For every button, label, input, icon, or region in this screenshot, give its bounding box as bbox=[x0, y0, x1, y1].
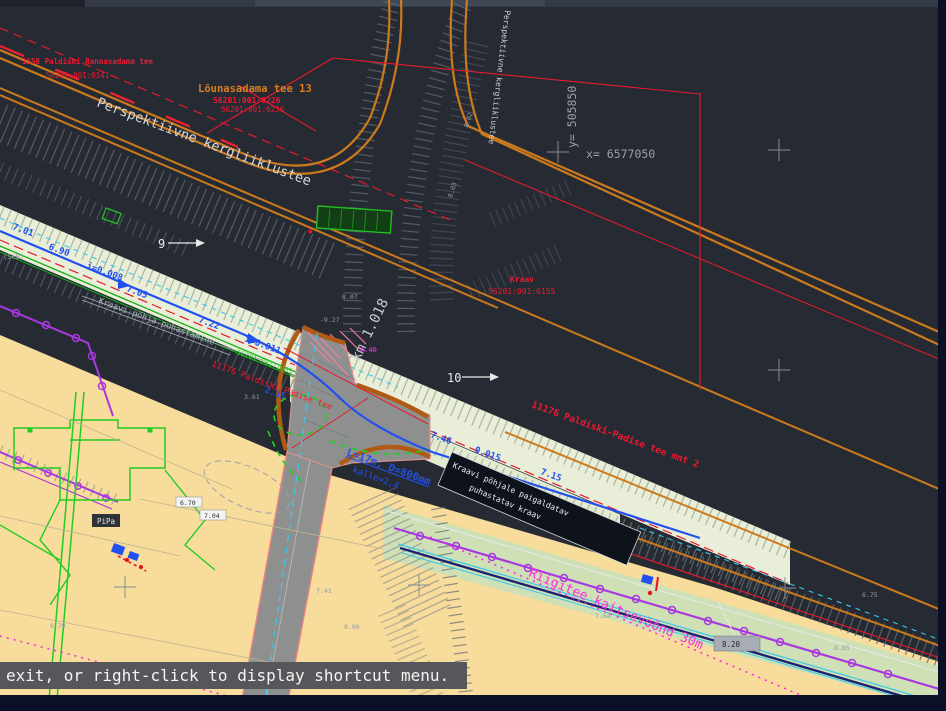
label-kraav-cadastral: 56201:001:0155 bbox=[488, 287, 556, 296]
command-bar[interactable]: exit, or right-click to display shortcut… bbox=[0, 662, 467, 689]
label-ref-9: 9 bbox=[158, 237, 165, 251]
label-kraav: Kraav bbox=[510, 275, 534, 284]
label-440: 4.40 bbox=[360, 346, 377, 354]
elevation: 6.75 bbox=[862, 591, 878, 599]
label-lounasadama-cad1: 56201:001:0226 bbox=[213, 96, 281, 105]
elevation: 9.06 bbox=[344, 623, 360, 631]
elevation: 6.79 bbox=[50, 622, 66, 630]
drawing-viewport[interactable]: Kraavi põhjale paigaldatav puhastatav kr… bbox=[0, 0, 946, 711]
elevation: 3.61 bbox=[244, 393, 260, 401]
elevation: -9.27 bbox=[320, 316, 340, 324]
label-lounasadama-cad2: 56201:001:0236 bbox=[221, 105, 285, 114]
label-ref-10: 10 bbox=[447, 371, 461, 385]
label-grid-y: y= 505850 bbox=[565, 86, 579, 148]
elevation: 8.85 bbox=[834, 644, 850, 652]
elevation: 7.64 bbox=[595, 612, 611, 620]
label-road-nw-name: 1150 Paldiski Rannasadama tee bbox=[22, 57, 153, 66]
command-prompt-text[interactable]: exit, or right-click to display shortcut… bbox=[6, 666, 449, 685]
label-grid-x: x= 6577050 bbox=[586, 147, 655, 161]
elevation-boxed: 6.70 bbox=[180, 499, 196, 507]
label-road-nw-cadastral: 56201:001:0141 bbox=[46, 71, 109, 80]
label-pipa: PiPa bbox=[97, 517, 115, 526]
elevation-boxed: 7.04 bbox=[204, 512, 220, 520]
elevation-boxed: 8.20 bbox=[722, 640, 741, 649]
label-lounasadama: Lõunasadama tee 13 bbox=[198, 83, 312, 95]
elevation: 8.07 bbox=[342, 293, 358, 301]
label-skb: (SKB) bbox=[3, 253, 24, 261]
cad-application-window: Kraavi põhjale paigaldatav puhastatav kr… bbox=[0, 0, 946, 711]
elevation: 7.41 bbox=[316, 587, 332, 595]
